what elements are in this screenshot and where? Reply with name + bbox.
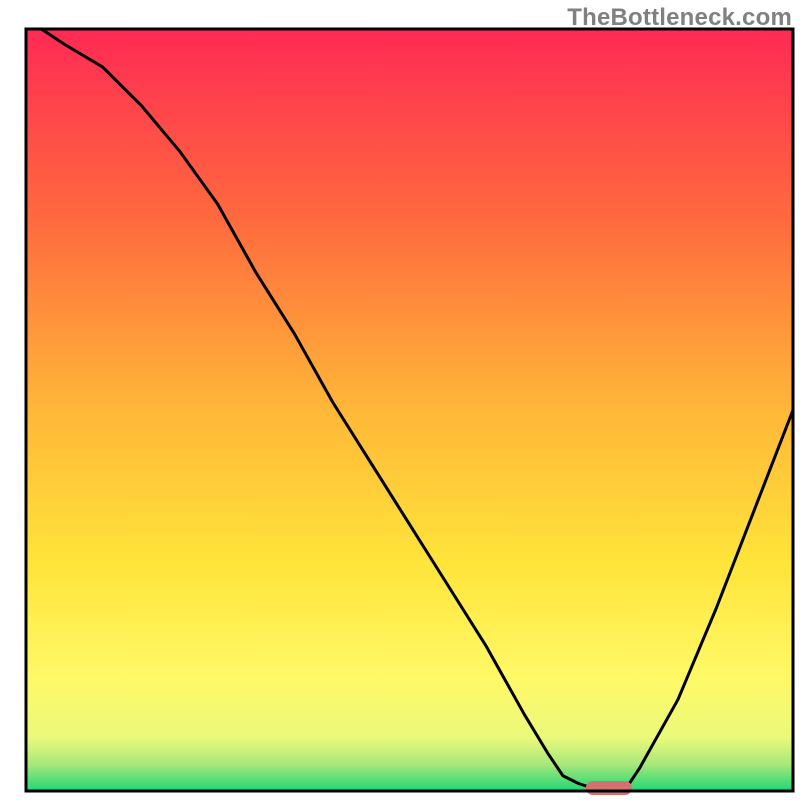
bottleneck-chart: TheBottleneck.com xyxy=(0,0,800,800)
minimum-marker xyxy=(586,781,632,795)
watermark-text: TheBottleneck.com xyxy=(567,4,792,32)
chart-background xyxy=(26,29,793,791)
chart-svg xyxy=(0,0,800,800)
